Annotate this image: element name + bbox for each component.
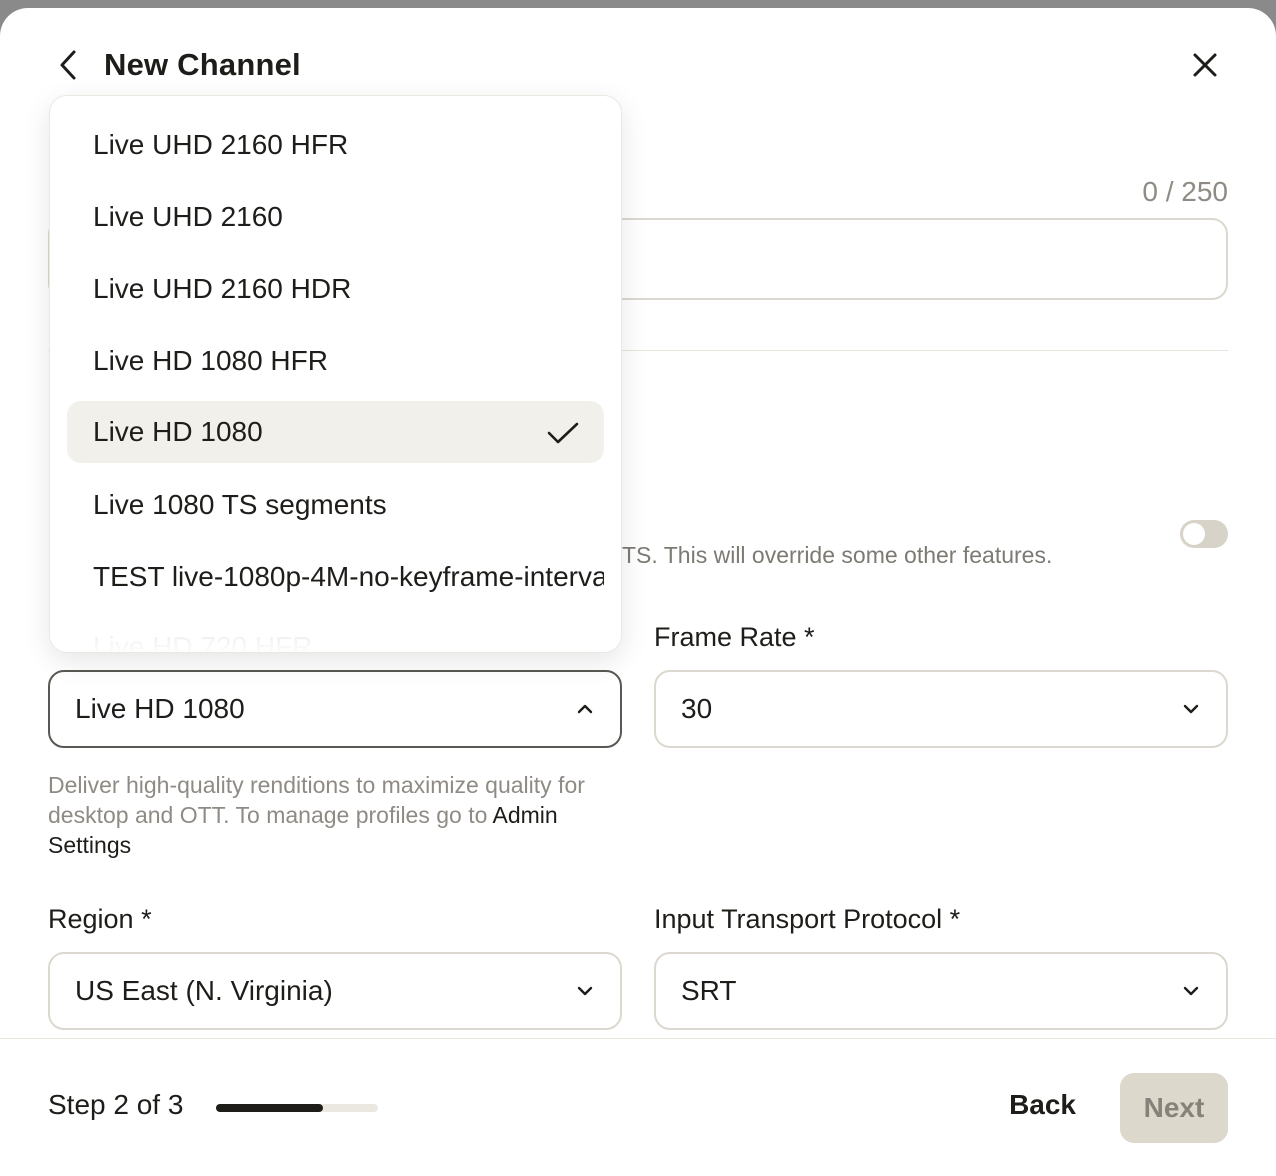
next-button[interactable]: Next <box>1120 1073 1228 1143</box>
chevron-down-icon <box>1183 704 1199 714</box>
back-arrow-icon[interactable] <box>54 48 84 82</box>
dropdown-option[interactable]: Live HD 720 HFR <box>67 616 604 653</box>
frame-rate-select[interactable]: 30 <box>654 670 1228 748</box>
dropdown-option-selected[interactable]: Live HD 1080 <box>67 401 604 463</box>
dropdown-option[interactable]: Live UHD 2160 HDR <box>67 258 604 320</box>
transcoding-profile-value: Live HD 1080 <box>75 693 245 724</box>
chevron-down-icon <box>1183 986 1199 996</box>
new-channel-modal: New Channel 0 / 250 TS. This will overri… <box>0 8 1276 1176</box>
chevron-down-icon <box>577 986 593 996</box>
ts-segments-toggle[interactable] <box>1180 520 1228 548</box>
modal-header: New Channel <box>48 48 1228 98</box>
input-protocol-label: Input Transport Protocol * <box>654 904 961 934</box>
toggle-knob <box>1183 523 1205 545</box>
dropdown-option[interactable]: Live 1080 TS segments <box>67 474 604 536</box>
dropdown-option[interactable]: Live UHD 2160 HFR <box>67 114 604 176</box>
checkmark-icon <box>547 422 579 444</box>
region-select[interactable]: US East (N. Virginia) <box>48 952 622 1030</box>
option-label: Live HD 1080 <box>93 416 263 447</box>
transcoding-profile-select[interactable]: Live HD 1080 <box>48 670 622 748</box>
option-label: Live HD 720 HFR <box>93 631 313 653</box>
dropdown-option[interactable]: Live HD 1080 HFR <box>67 330 604 392</box>
input-protocol-value: SRT <box>681 975 737 1006</box>
input-protocol-select[interactable]: SRT <box>654 952 1228 1030</box>
modal-footer: Step 2 of 3 Back Next <box>0 1038 1276 1176</box>
region-value: US East (N. Virginia) <box>75 975 333 1006</box>
dropdown-option[interactable]: Live UHD 2160 <box>67 186 604 248</box>
frame-rate-label: Frame Rate * <box>654 622 815 652</box>
region-label: Region * <box>48 904 152 934</box>
transcoding-profile-dropdown: Live UHD 2160 HFR Live UHD 2160 Live UHD… <box>49 95 622 653</box>
modal-title: New Channel <box>104 47 301 82</box>
option-label: Live 1080 TS segments <box>93 489 387 520</box>
back-button[interactable]: Back <box>1009 1089 1076 1121</box>
dropdown-option[interactable]: TEST live-1080p-4M-no-keyframe-interval <box>67 546 604 608</box>
option-label: Live UHD 2160 <box>93 201 283 232</box>
option-label: Live HD 1080 HFR <box>93 345 328 376</box>
option-label: Live UHD 2160 HFR <box>93 129 349 160</box>
transcoding-profile-help: Deliver high-quality renditions to maxim… <box>48 770 628 860</box>
step-progress-bar <box>216 1104 378 1112</box>
chevron-up-icon <box>577 704 593 714</box>
frame-rate-value: 30 <box>681 693 713 724</box>
step-indicator: Step 2 of 3 <box>48 1089 184 1120</box>
step-progress-fill <box>216 1104 323 1112</box>
option-label: Live UHD 2160 HDR <box>93 273 352 304</box>
character-counter: 0 / 250 <box>1142 176 1228 207</box>
close-icon[interactable] <box>1188 48 1222 82</box>
option-label: TEST live-1080p-4M-no-keyframe-interval <box>93 561 604 592</box>
